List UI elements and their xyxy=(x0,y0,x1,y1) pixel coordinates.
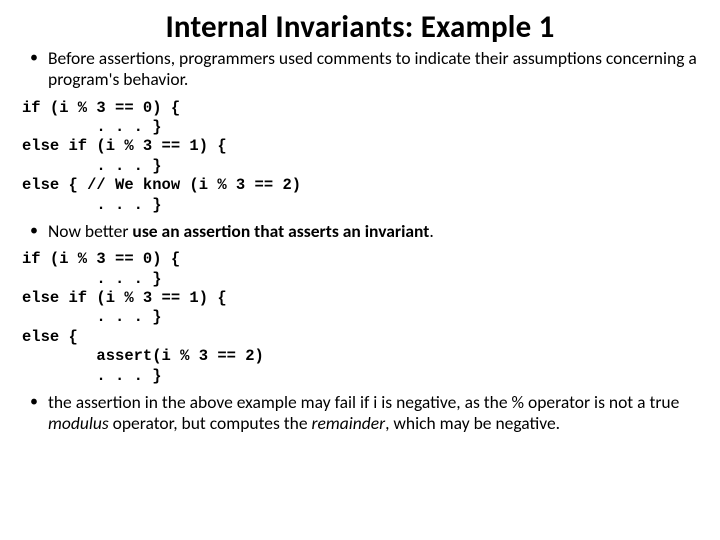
bullet3-b: operator, but computes the xyxy=(109,412,312,434)
slide-title: Internal Invariants: Example 1 xyxy=(22,8,698,46)
term-remainder: remainder xyxy=(312,412,386,434)
bullet-list-2: Now better use an assertion that asserts… xyxy=(22,221,698,242)
bullet-intro: Before assertions, programmers used comm… xyxy=(22,48,698,91)
term-modulus: modulus xyxy=(48,412,109,434)
bullet-modulus-note: the assertion in the above example may f… xyxy=(22,392,698,435)
slide-container: Internal Invariants: Example 1 Before as… xyxy=(0,0,720,449)
bullet2-post: . xyxy=(429,220,433,242)
code-block-1: if (i % 3 == 0) { . . . } else if (i % 3… xyxy=(22,99,698,215)
code-block-2: if (i % 3 == 0) { . . . } else if (i % 3… xyxy=(22,250,698,386)
bullet-list-3: the assertion in the above example may f… xyxy=(22,392,698,435)
bullet2-bold: use an assertion that asserts an invaria… xyxy=(132,220,429,242)
bullet3-c: , which may be negative. xyxy=(385,412,560,434)
bullet-assertion-advice: Now better use an assertion that asserts… xyxy=(22,221,698,242)
bullet-list-1: Before assertions, programmers used comm… xyxy=(22,48,698,91)
bullet3-a: the assertion in the above example may f… xyxy=(48,391,679,413)
bullet2-pre: Now better xyxy=(48,220,132,242)
